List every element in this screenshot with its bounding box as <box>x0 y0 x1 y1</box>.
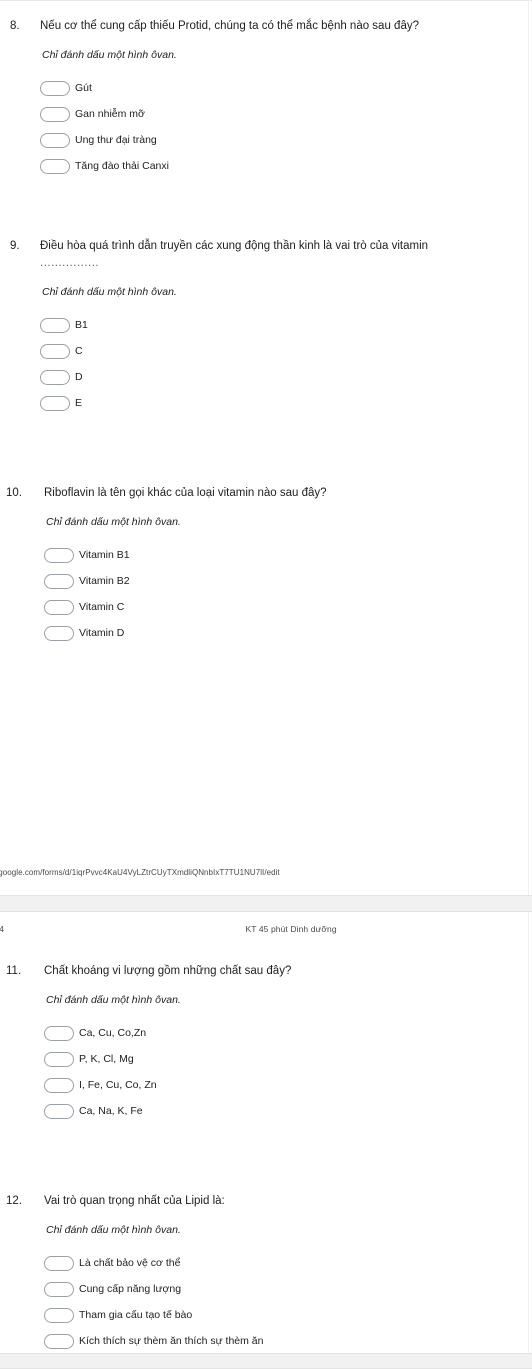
oval-radio-icon[interactable] <box>44 1077 74 1093</box>
form-page-2: /24 KT 45 phút Dinh dưỡng 11. Chất khoán… <box>0 912 532 1353</box>
question-9-options: B1 C D E <box>40 312 532 416</box>
running-head-title: KT 45 phút Dinh dưỡng <box>245 924 337 934</box>
question-8-options: Gút Gan nhiễm mỡ Ung thư đại tràng Tăng … <box>40 75 532 179</box>
question-12: 12. Vai trò quan trọng nhất của Lipid là… <box>0 1193 532 1354</box>
option-label: Tăng đào thải Canxi <box>75 160 169 172</box>
question-11-number: 11. <box>6 965 22 977</box>
option-row[interactable]: Ung thư đại tràng <box>40 127 532 153</box>
question-11: 11. Chất khoáng vi lượng gồm những chất … <box>0 963 532 1124</box>
option-label: D <box>75 371 83 383</box>
oval-radio-icon[interactable] <box>40 132 70 148</box>
option-label: Vitamin D <box>79 627 125 639</box>
question-11-instruction: Chỉ đánh dấu một hình ôvan. <box>46 994 181 1006</box>
question-10-text: Riboflavin là tên gọi khác của loại vita… <box>44 487 327 499</box>
oval-radio-icon[interactable] <box>44 1307 74 1323</box>
option-row[interactable]: Cung cấp năng lượng <box>44 1276 532 1302</box>
oval-radio-icon[interactable] <box>44 1281 74 1297</box>
question-12-text: Vai trò quan trọng nhất của Lipid là: <box>44 1195 225 1207</box>
option-row[interactable]: Là chất bảo vệ cơ thể <box>44 1250 532 1276</box>
option-row[interactable]: B1 <box>40 312 532 338</box>
option-row[interactable]: Ca, Na, K, Fe <box>44 1098 532 1124</box>
option-label: Là chất bảo vệ cơ thể <box>79 1257 181 1269</box>
question-11-text: Chất khoáng vi lượng gồm những chất sau … <box>44 965 292 977</box>
option-row[interactable]: E <box>40 390 532 416</box>
option-row[interactable]: Vitamin B1 <box>44 542 532 568</box>
question-10: 10. Riboflavin là tên gọi khác của loại … <box>0 485 532 646</box>
page-break-gap <box>0 895 532 912</box>
option-row[interactable]: Vitamin B2 <box>44 568 532 594</box>
option-row[interactable]: Tăng đào thải Canxi <box>40 153 532 179</box>
option-label: Ca, Na, K, Fe <box>79 1105 143 1117</box>
question-12-number: 12. <box>6 1195 22 1207</box>
oval-radio-icon[interactable] <box>40 158 70 174</box>
question-8: 8. Nếu cơ thể cung cấp thiếu Protid, chú… <box>0 18 532 179</box>
option-row[interactable]: Tham gia cấu tạo tế bào <box>44 1302 532 1328</box>
oval-radio-icon[interactable] <box>40 395 70 411</box>
question-10-number: 10. <box>6 487 22 499</box>
oval-radio-icon[interactable] <box>44 1333 74 1349</box>
option-label: B1 <box>75 319 88 331</box>
oval-radio-icon[interactable] <box>44 1051 74 1067</box>
option-row[interactable]: P, K, Cl, Mg <box>44 1046 532 1072</box>
page-top-rule <box>0 0 532 1</box>
option-label: Gan nhiễm mỡ <box>75 108 145 120</box>
option-row[interactable]: D <box>40 364 532 390</box>
question-9-text: Điều hòa quá trình dẫn truyền các xung đ… <box>40 240 429 252</box>
option-label: C <box>75 345 83 357</box>
option-row[interactable]: Kích thích sự thèm ăn thích sự thèm ăn <box>44 1328 532 1354</box>
running-head: /24 KT 45 phút Dinh dưỡng <box>0 912 532 934</box>
question-12-options: Là chất bảo vệ cơ thể Cung cấp năng lượn… <box>44 1250 532 1354</box>
question-8-number: 8. <box>10 20 20 32</box>
option-label: Ung thư đại tràng <box>75 134 157 146</box>
oval-radio-icon[interactable] <box>40 317 70 333</box>
oval-radio-icon[interactable] <box>44 1025 74 1041</box>
option-label: E <box>75 397 83 409</box>
oval-radio-icon[interactable] <box>40 80 70 96</box>
question-9-blank-dots: ................ <box>40 257 100 269</box>
form-page-1: 8. Nếu cơ thể cung cấp thiếu Protid, chú… <box>0 0 532 895</box>
oval-radio-icon[interactable] <box>44 625 74 641</box>
option-row[interactable]: I, Fe, Cu, Co, Zn <box>44 1072 532 1098</box>
oval-radio-icon[interactable] <box>44 599 74 615</box>
oval-radio-icon[interactable] <box>44 573 74 589</box>
option-label: Vitamin C <box>79 601 125 613</box>
page-break-gap-bottom <box>0 1353 532 1369</box>
page-footer-url: .google.com/forms/d/1iqrPvvc4KaU4VyLZtrC… <box>0 868 280 877</box>
option-label: Kích thích sự thèm ăn thích sự thèm ăn <box>79 1335 264 1347</box>
option-label: Tham gia cấu tạo tế bào <box>79 1309 193 1321</box>
question-9: 9. Điều hòa quá trình dẫn truyền các xun… <box>0 238 532 416</box>
option-row[interactable]: C <box>40 338 532 364</box>
oval-radio-icon[interactable] <box>44 547 74 563</box>
option-row[interactable]: Vitamin C <box>44 594 532 620</box>
option-label: P, K, Cl, Mg <box>79 1053 134 1065</box>
option-label: Vitamin B2 <box>79 575 130 587</box>
oval-radio-icon[interactable] <box>40 106 70 122</box>
question-10-instruction: Chỉ đánh dấu một hình ôvan. <box>46 516 181 528</box>
oval-radio-icon[interactable] <box>44 1255 74 1271</box>
oval-radio-icon[interactable] <box>44 1103 74 1119</box>
question-8-instruction: Chỉ đánh dấu một hình ôvan. <box>42 49 177 61</box>
scanned-form-document: 8. Nếu cơ thể cung cấp thiếu Protid, chú… <box>0 0 532 1370</box>
option-row[interactable]: Vitamin D <box>44 620 532 646</box>
option-label: I, Fe, Cu, Co, Zn <box>79 1079 157 1091</box>
question-12-instruction: Chỉ đánh dấu một hình ôvan. <box>46 1224 181 1236</box>
oval-radio-icon[interactable] <box>40 343 70 359</box>
option-row[interactable]: Ca, Cu, Co,Zn <box>44 1020 532 1046</box>
question-10-options: Vitamin B1 Vitamin B2 Vitamin C Vitamin … <box>44 542 532 646</box>
option-label: Ca, Cu, Co,Zn <box>79 1027 147 1039</box>
question-9-number: 9. <box>10 240 20 252</box>
question-9-instruction: Chỉ đánh dấu một hình ôvan. <box>42 286 177 298</box>
question-8-text: Nếu cơ thể cung cấp thiếu Protid, chúng … <box>40 20 419 32</box>
option-label: Vitamin B1 <box>79 549 130 561</box>
option-label: Cung cấp năng lượng <box>79 1283 182 1295</box>
question-11-options: Ca, Cu, Co,Zn P, K, Cl, Mg I, Fe, Cu, Co… <box>44 1020 532 1124</box>
option-row[interactable]: Gan nhiễm mỡ <box>40 101 532 127</box>
option-label: Gút <box>75 82 92 94</box>
option-row[interactable]: Gút <box>40 75 532 101</box>
oval-radio-icon[interactable] <box>40 369 70 385</box>
